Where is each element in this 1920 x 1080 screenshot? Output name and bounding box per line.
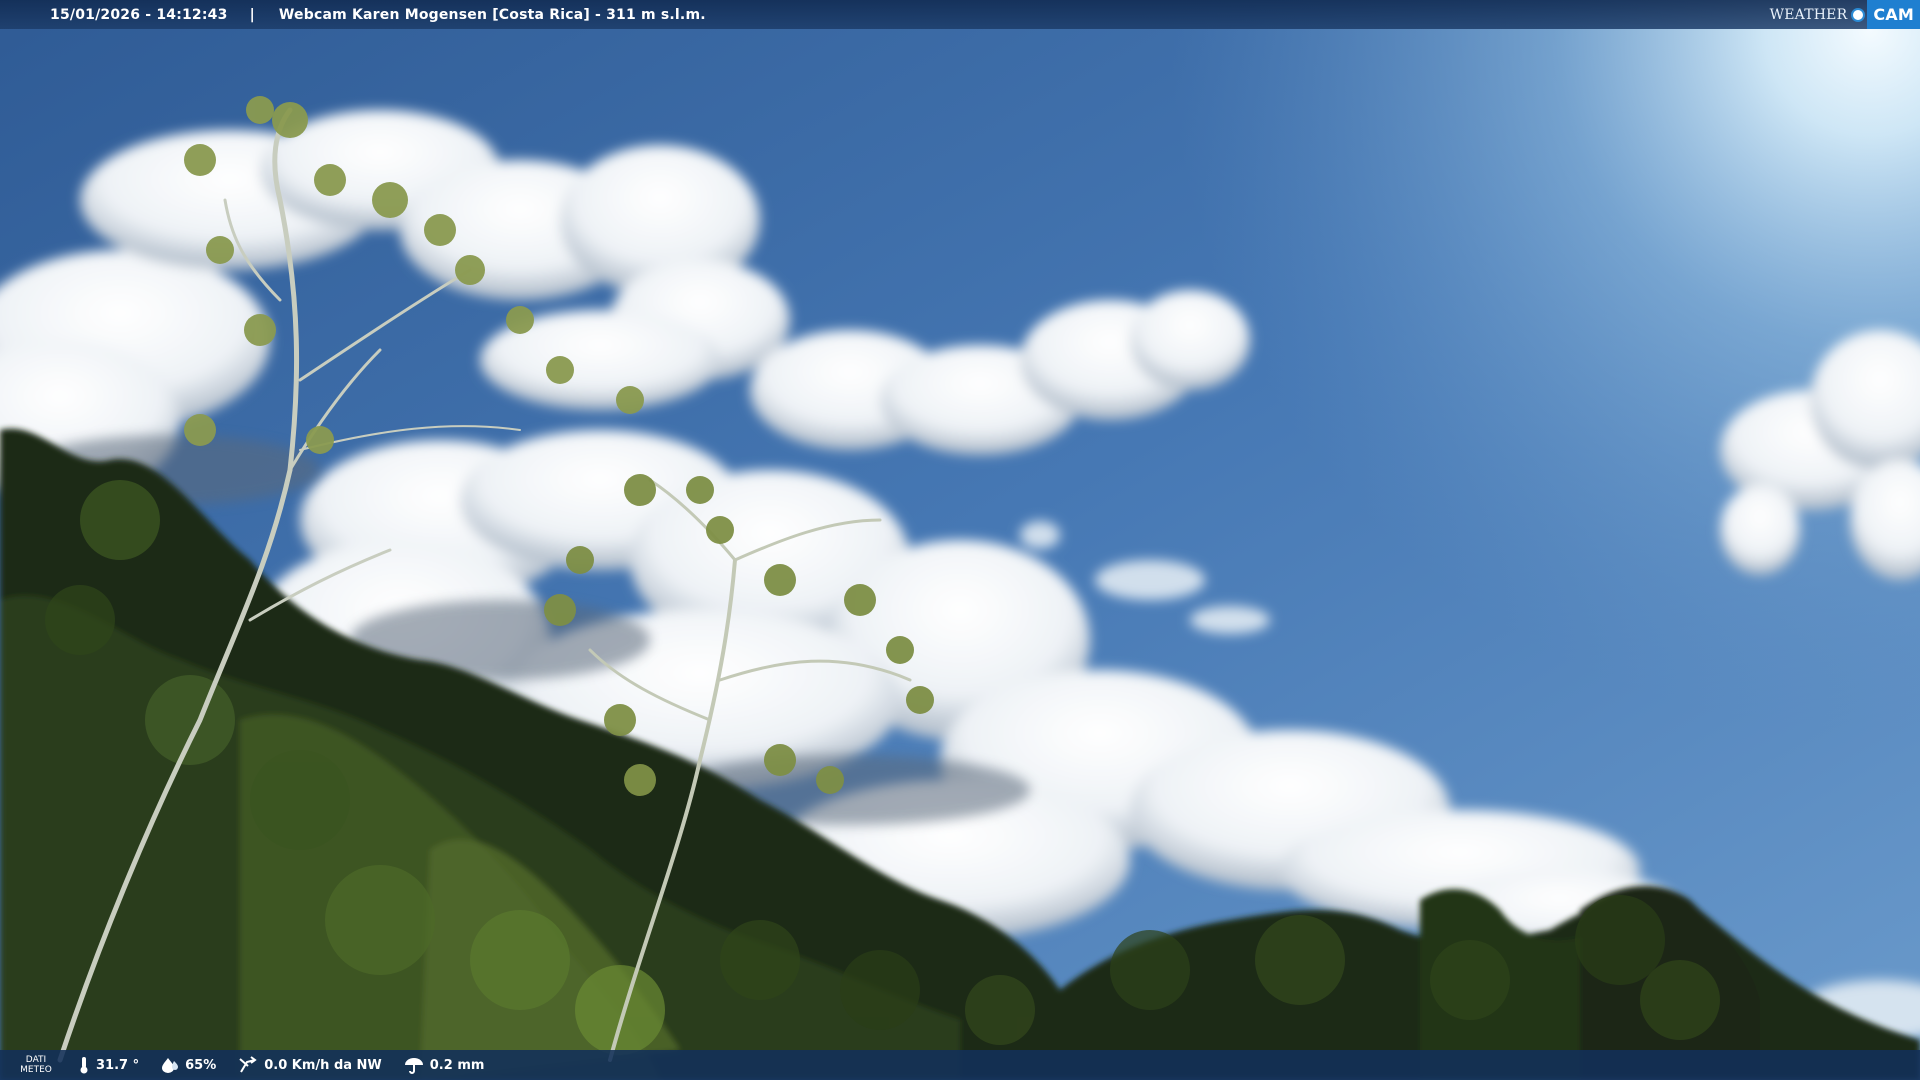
meteo-label-line1: DATI — [25, 1055, 47, 1065]
logo-dot-icon — [1851, 7, 1866, 22]
temperature-value: 31.7 ° — [96, 1057, 140, 1073]
umbrella-icon — [404, 1058, 423, 1074]
meteo-label-line2: METEO — [20, 1065, 52, 1075]
humidity-icon — [162, 1058, 179, 1073]
temperature-item: 31.7 ° — [78, 1056, 139, 1074]
datetime-label: 15/01/2026 - 14:12:43 — [50, 6, 228, 23]
separator: | — [249, 6, 255, 23]
logo-cam-text: CAM — [1867, 0, 1920, 29]
meteo-label: DATI METEO — [16, 1055, 56, 1075]
humidity-value: 65% — [185, 1057, 217, 1073]
webcam-image — [0, 0, 1920, 1080]
wind-item: 0.0 Km/h da NW — [238, 1056, 382, 1074]
logo-weather-text: WEATHER — [1769, 6, 1848, 23]
weather-data-bar: DATI METEO 31.7 ° 65% 0.0 Km/h da NW 0.2… — [0, 1050, 1920, 1080]
wind-value: 0.0 Km/h da NW — [264, 1057, 382, 1073]
top-info-bar: 15/01/2026 - 14:12:43 | Webcam Karen Mog… — [0, 0, 1920, 29]
weathercam-logo[interactable]: WEATHER CAM — [1764, 0, 1920, 29]
thermometer-icon — [80, 1057, 88, 1074]
humidity-item: 65% — [161, 1057, 216, 1073]
webcam-title: Webcam Karen Mogensen [Costa Rica] - 311… — [278, 6, 706, 23]
webcam-view: 15/01/2026 - 14:12:43 | Webcam Karen Mog… — [0, 0, 1920, 1080]
wind-vane-icon — [239, 1056, 257, 1073]
rain-item: 0.2 mm — [404, 1056, 485, 1074]
rain-value: 0.2 mm — [429, 1057, 485, 1073]
